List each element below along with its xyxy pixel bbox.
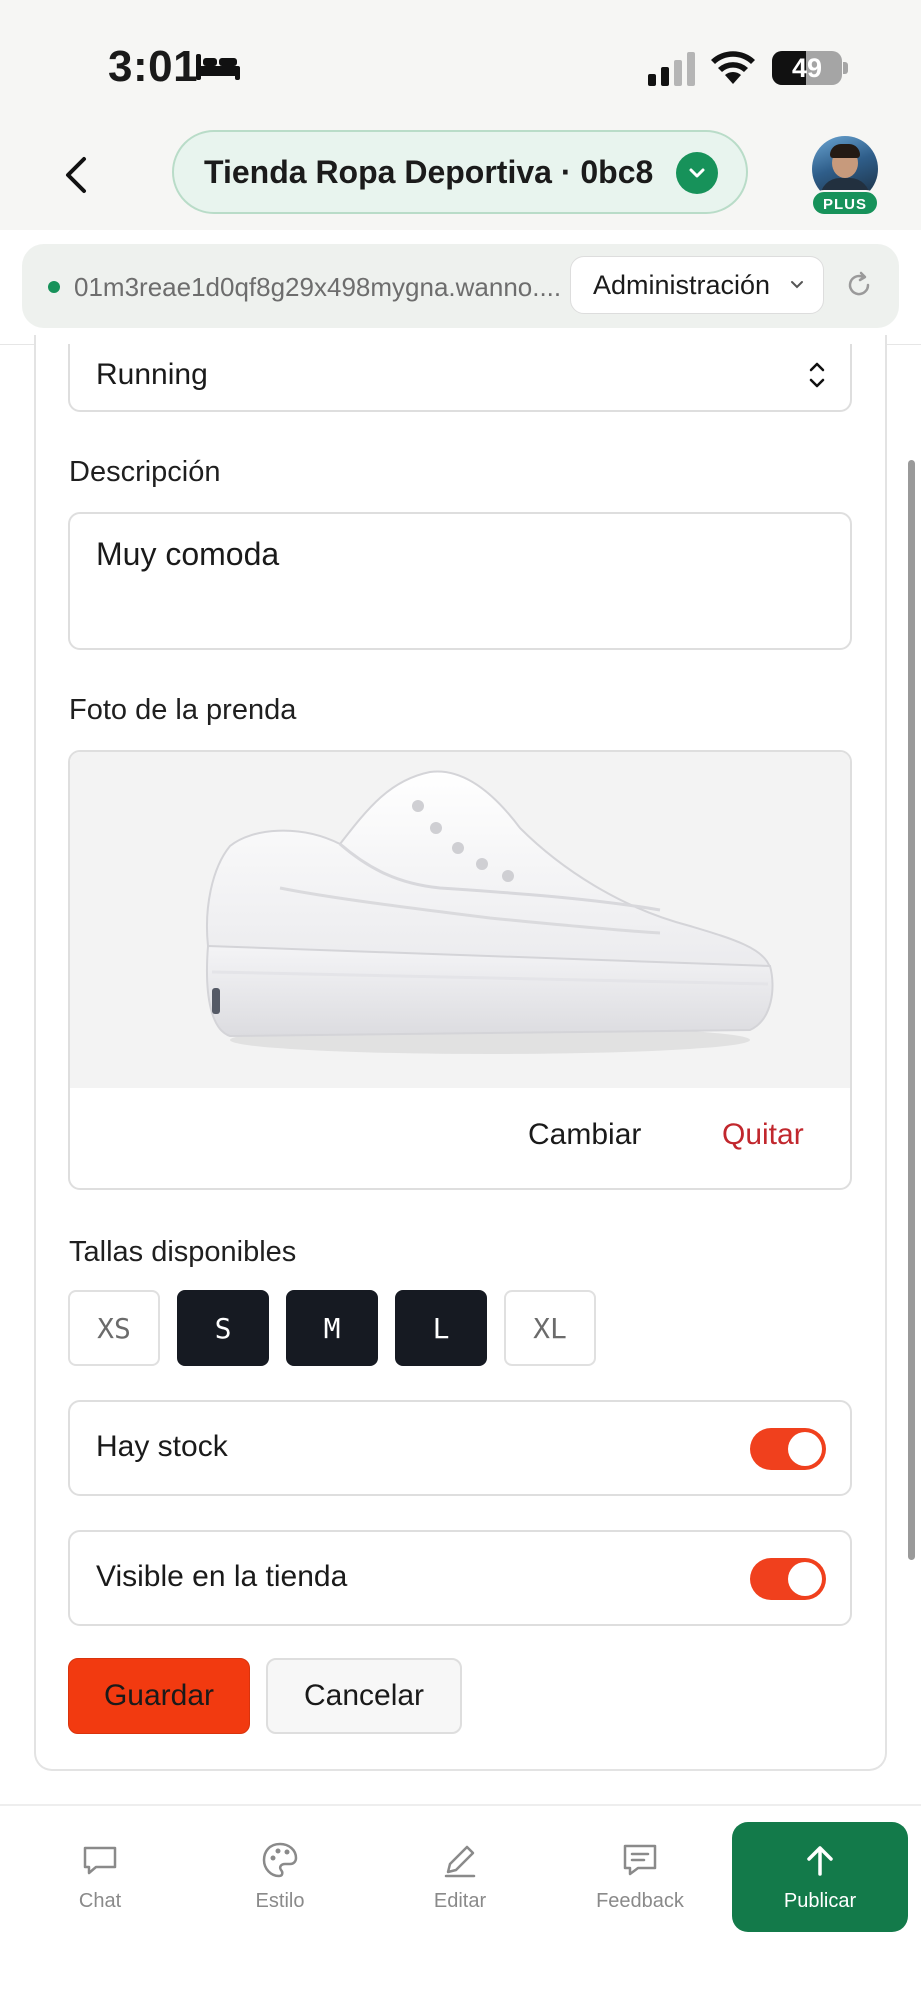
toggle-knob xyxy=(788,1562,822,1596)
publish-label: Publicar xyxy=(783,1890,857,1912)
stock-toggle[interactable] xyxy=(750,1428,826,1470)
visible-row: Visible en la tienda xyxy=(68,1530,852,1626)
visible-label: Visible en la tienda xyxy=(96,1560,348,1593)
battery-nub xyxy=(843,62,848,74)
size-option-xl[interactable]: XL xyxy=(504,1290,596,1366)
save-button[interactable]: Guardar xyxy=(68,1658,250,1734)
project-name: Tienda Ropa Deportiva · 0bc8 xyxy=(204,153,654,190)
url-strip: 01m3reae1d0qf8g29x498mygna.wanno.... Adm… xyxy=(0,230,921,344)
nav-feedback[interactable]: Feedback xyxy=(570,1840,710,1950)
size-option-l[interactable]: L xyxy=(395,1290,487,1366)
battery-indicator: 49 xyxy=(772,51,842,85)
chevron-left-icon xyxy=(66,157,86,193)
description-textarea[interactable]: Muy comoda xyxy=(68,512,852,650)
palette-icon xyxy=(262,1842,298,1878)
nav-chat-label: Chat xyxy=(78,1890,122,1912)
product-photo xyxy=(70,752,850,1088)
bottom-nav: Chat Estilo Editar Feedback Publicar xyxy=(0,1804,921,2000)
shoe-image xyxy=(205,770,774,1054)
feedback-message-icon xyxy=(623,1844,657,1876)
chat-bubble-icon xyxy=(83,1846,117,1875)
chevron-down-icon xyxy=(676,152,718,194)
size-selector: XS S M L XL xyxy=(68,1290,852,1366)
visible-toggle[interactable] xyxy=(750,1558,826,1600)
wifi-icon xyxy=(711,51,755,84)
remove-photo-button[interactable]: Quitar xyxy=(722,1118,804,1152)
connection-status-dot xyxy=(48,281,60,293)
clock: 3:01 xyxy=(108,42,199,91)
cancel-button[interactable]: Cancelar xyxy=(266,1658,462,1734)
nav-feedback-label: Feedback xyxy=(596,1890,684,1912)
bed-icon xyxy=(196,54,240,80)
photo-actions: Cambiar Quitar xyxy=(70,1088,850,1188)
avatar-hair xyxy=(830,144,860,158)
pencil-icon xyxy=(444,1845,476,1878)
scrollbar[interactable] xyxy=(908,460,915,1560)
refresh-icon[interactable] xyxy=(844,270,874,300)
role-select[interactable]: Administración xyxy=(570,256,824,314)
project-selector[interactable]: Tienda Ropa Deportiva · 0bc8 xyxy=(172,130,748,214)
role-select-value: Administración xyxy=(593,269,771,300)
nav-style[interactable]: Estilo xyxy=(210,1840,350,1950)
battery-level: 49 xyxy=(791,53,823,83)
publish-button[interactable]: Publicar xyxy=(732,1822,908,1932)
chevron-updown-icon xyxy=(809,362,825,388)
status-bar: 3:01 49 xyxy=(0,0,921,122)
url-bar[interactable]: 01m3reae1d0qf8g29x498mygna.wanno.... Adm… xyxy=(22,244,899,328)
chevron-down-icon xyxy=(791,281,803,289)
photo-label: Foto de la prenda xyxy=(69,694,297,726)
change-photo-button[interactable]: Cambiar xyxy=(528,1118,641,1152)
top-nav: Tienda Ropa Deportiva · 0bc8 PLUS xyxy=(0,122,921,230)
category-select-value: Running xyxy=(96,358,208,391)
nav-edit-label: Editar xyxy=(433,1890,487,1912)
size-option-s[interactable]: S xyxy=(177,1290,269,1366)
nav-edit[interactable]: Editar xyxy=(390,1840,530,1950)
stock-label: Hay stock xyxy=(96,1430,228,1463)
nav-chat[interactable]: Chat xyxy=(30,1840,170,1950)
photo-uploader: Cambiar Quitar xyxy=(68,750,852,1190)
stock-row: Hay stock xyxy=(68,1400,852,1496)
back-button[interactable] xyxy=(56,150,96,200)
size-option-m[interactable]: M xyxy=(286,1290,378,1366)
cellular-signal-icon xyxy=(648,52,695,86)
preview-url[interactable]: 01m3reae1d0qf8g29x498mygna.wanno.... xyxy=(74,272,574,303)
nav-style-label: Estilo xyxy=(255,1890,305,1912)
plan-badge: PLUS xyxy=(811,190,879,216)
sizes-label: Tallas disponibles xyxy=(69,1236,297,1268)
arrow-up-icon xyxy=(807,1846,833,1876)
description-label: Descripción xyxy=(69,456,221,488)
size-option-xs[interactable]: XS xyxy=(68,1290,160,1366)
category-select[interactable]: Running xyxy=(68,344,852,412)
toggle-knob xyxy=(788,1432,822,1466)
